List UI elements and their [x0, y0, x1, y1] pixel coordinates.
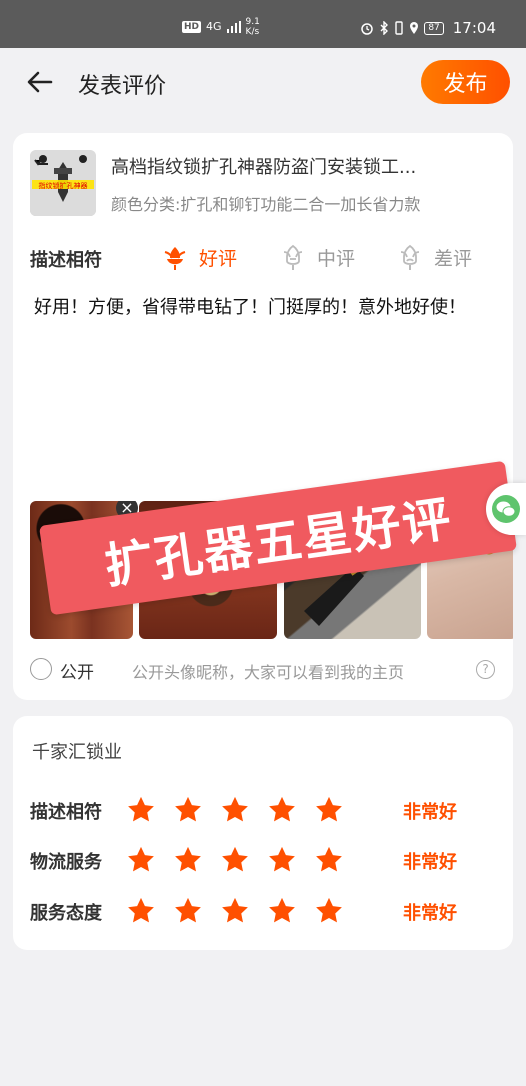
network-status: HD 4G 9.1 K/s	[182, 17, 260, 37]
signal-bars-icon	[226, 21, 241, 33]
star-icon[interactable]	[173, 896, 203, 926]
speed-unit: K/s	[245, 27, 260, 37]
clock: 17:04	[452, 19, 496, 37]
star-icon[interactable]	[314, 845, 344, 875]
public-label: 公开	[60, 663, 94, 683]
publish-button[interactable]: 发布	[421, 60, 510, 104]
shop-rating-value: 非常好	[403, 852, 457, 873]
rating-good-option[interactable]: 好评	[161, 241, 237, 273]
public-radio[interactable]	[30, 658, 52, 680]
vibrate-icon	[395, 21, 404, 35]
shop-rating-row: 物流服务 非常好	[30, 840, 496, 880]
signal-label: 4G	[206, 20, 222, 33]
back-button[interactable]	[24, 66, 56, 98]
review-card: 指纹锁扩孔神器 高档指纹锁扩孔神器防盗门安装锁工... 颜色分类:扩孔和铆钉功能…	[13, 133, 517, 700]
rating-label: 描述相符	[30, 250, 102, 271]
rating-neutral-label: 中评	[317, 247, 356, 270]
product-image: 指纹锁扩孔神器	[30, 150, 96, 216]
hd-badge: HD	[182, 21, 202, 33]
shop-name: 千家汇锁业	[32, 742, 122, 763]
rating-bad-label: 差评	[434, 247, 473, 270]
star-rating[interactable]	[126, 795, 344, 825]
star-icon[interactable]	[126, 896, 156, 926]
shop-rating-label: 描述相符	[30, 802, 102, 823]
flower-icon	[164, 247, 186, 270]
star-icon[interactable]	[267, 845, 297, 875]
shop-rating-card: 千家汇锁业 描述相符 非常好 物流服务 非常好 服务态度 非常好	[13, 716, 513, 950]
star-icon[interactable]	[220, 795, 250, 825]
arrow-left-icon	[27, 71, 53, 93]
shop-rating-row: 服务态度 非常好	[30, 891, 496, 931]
sad-face-icon	[400, 244, 420, 270]
review-text-input[interactable]: 好用！方便，省得带电钻了！门挺厚的！意外地好使！	[34, 293, 489, 323]
status-bar: HD 4G 9.1 K/s 87 17:04	[0, 0, 526, 48]
rating-bad-option[interactable]: 差评	[396, 241, 472, 273]
public-hint: 公开头像昵称，大家可以看到我的主页	[132, 663, 405, 682]
alarm-icon	[361, 23, 374, 35]
rating-neutral-option[interactable]: 中评	[279, 241, 355, 273]
star-icon[interactable]	[220, 896, 250, 926]
header: 发表评价 发布	[0, 48, 526, 122]
product-thumb-text: 指纹锁扩孔神器	[39, 181, 88, 190]
wechat-icon	[492, 495, 520, 523]
star-icon[interactable]	[314, 896, 344, 926]
help-icon[interactable]: ?	[476, 660, 495, 679]
page-title: 发表评价	[78, 74, 167, 99]
shop-rating-label: 物流服务	[30, 852, 102, 873]
star-icon[interactable]	[173, 795, 203, 825]
star-icon[interactable]	[173, 845, 203, 875]
network-speed: 9.1 K/s	[246, 17, 260, 37]
star-icon[interactable]	[314, 795, 344, 825]
rating-good-label: 好评	[199, 247, 238, 270]
shop-rating-value: 非常好	[403, 802, 457, 823]
star-icon[interactable]	[267, 795, 297, 825]
bluetooth-icon	[380, 21, 389, 35]
shop-rating-value: 非常好	[403, 903, 457, 924]
battery-icon: 87	[424, 21, 444, 35]
location-icon	[410, 22, 419, 34]
star-icon[interactable]	[126, 795, 156, 825]
product-sku: 颜色分类:扩孔和铆钉功能二合一加长省力款	[111, 195, 421, 214]
shop-rating-label: 服务态度	[30, 903, 102, 924]
star-rating[interactable]	[126, 896, 344, 926]
product-title: 高档指纹锁扩孔神器防盗门安装锁工...	[111, 157, 417, 178]
star-rating[interactable]	[126, 845, 344, 875]
star-icon[interactable]	[267, 896, 297, 926]
speed-value: 9.1	[245, 17, 260, 27]
status-icons: 87 17:04	[360, 19, 496, 37]
product-thumbnail: 指纹锁扩孔神器	[30, 150, 96, 216]
star-icon[interactable]	[220, 845, 250, 875]
public-toggle-row[interactable]: 公开 公开头像昵称，大家可以看到我的主页 ?	[30, 657, 496, 683]
star-icon[interactable]	[126, 845, 156, 875]
shop-rating-row: 描述相符 非常好	[30, 790, 496, 830]
neutral-face-icon	[283, 244, 303, 270]
